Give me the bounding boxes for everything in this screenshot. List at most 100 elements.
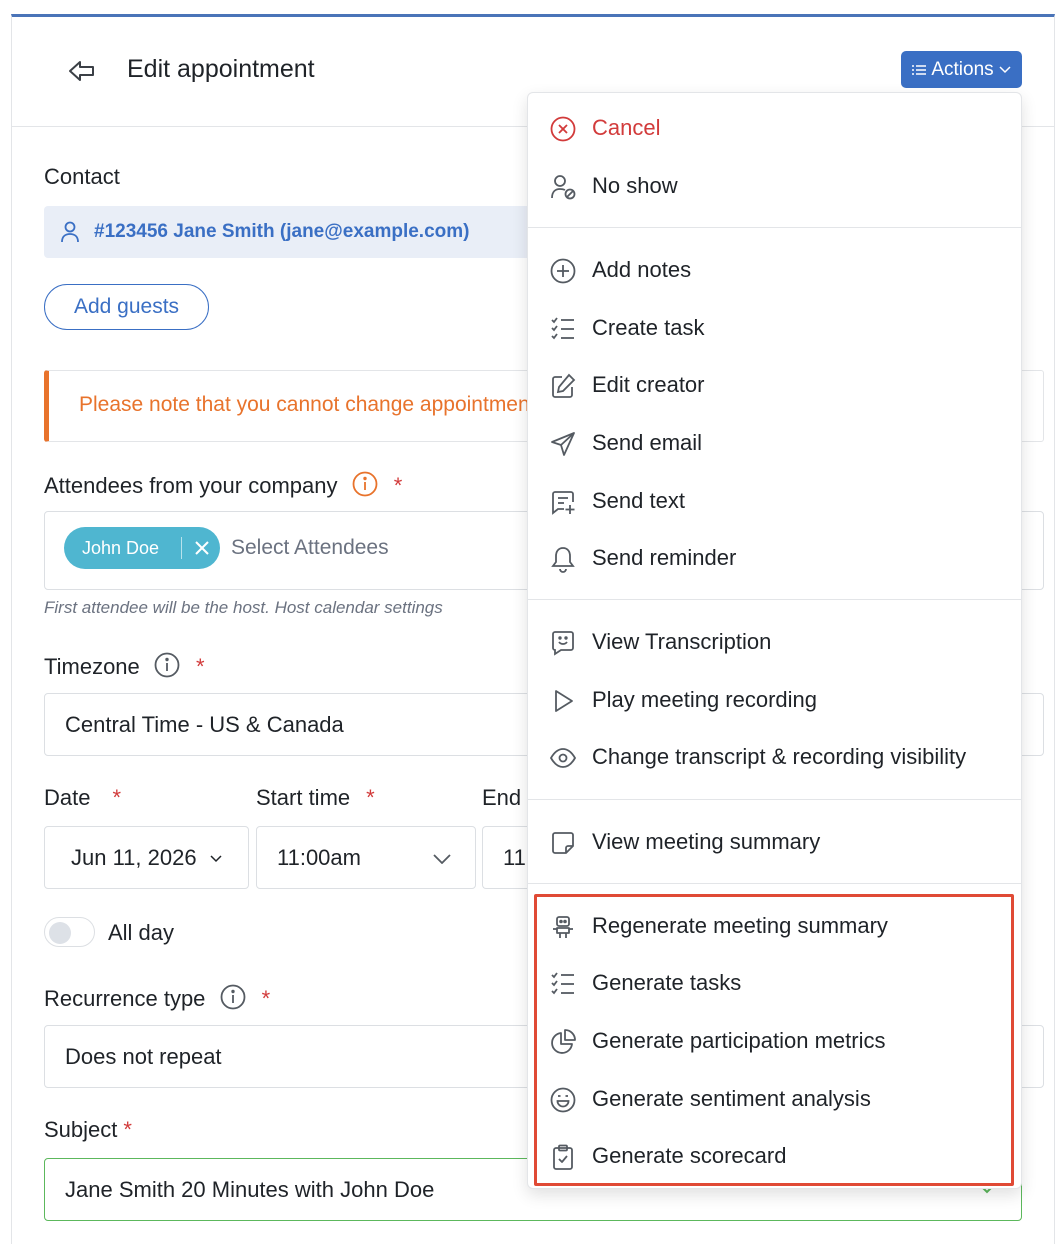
info-icon[interactable]: [352, 471, 378, 497]
menu-item-label: Send email: [592, 430, 703, 455]
page-title: Edit appointment: [127, 55, 315, 83]
remove-attendee-icon[interactable]: [191, 537, 213, 559]
edit-icon: [552, 373, 576, 398]
subject-label-text: Subject: [44, 1117, 118, 1142]
start-time-label: Start time *: [256, 785, 375, 811]
robot-icon: [553, 916, 573, 938]
attendee-pill-label: John Doe: [82, 537, 160, 558]
menu-item-regenerate-summary[interactable]: Regenerate meeting summary: [528, 901, 1021, 951]
timezone-value: Central Time - US & Canada: [65, 711, 344, 737]
subject-label: Subject *: [44, 1117, 132, 1143]
bell-icon: [551, 547, 575, 573]
toggle-knob: [49, 922, 71, 944]
menu-item-view-summary[interactable]: View meeting summary: [528, 817, 1021, 867]
required-marker: *: [366, 785, 375, 810]
back-arrow-icon[interactable]: [67, 58, 97, 84]
date-value: Jun 11, 2026: [71, 844, 197, 870]
contact-value: #123456 Jane Smith (jane@example.com): [94, 221, 470, 242]
menu-item-generate-sentiment[interactable]: Generate sentiment analysis: [528, 1074, 1021, 1124]
clipboard-check-icon: [553, 1144, 573, 1170]
end-time-label: End: [482, 785, 522, 810]
menu-item-label: Send reminder: [592, 545, 737, 570]
menu-item-send-text[interactable]: Send text: [528, 476, 1021, 526]
chevron-down-icon: [999, 65, 1011, 73]
start-time-value: 11:00am: [277, 844, 361, 870]
eye-icon: [549, 748, 577, 768]
date-picker[interactable]: Jun 11, 2026: [44, 826, 249, 889]
contact-chip[interactable]: #123456 Jane Smith (jane@example.com): [44, 206, 554, 258]
attendees-hint: First attendee will be the host. Host ca…: [44, 598, 443, 617]
attendee-pill: John Doe: [64, 527, 220, 569]
plus-circle-icon: [550, 258, 576, 284]
menu-item-generate-tasks[interactable]: Generate tasks: [528, 958, 1021, 1008]
menu-divider: [528, 883, 1021, 884]
list-icon: [912, 64, 927, 75]
info-icon[interactable]: [220, 984, 246, 1010]
actions-button[interactable]: Actions: [901, 51, 1022, 88]
menu-item-label: Create task: [592, 315, 705, 340]
menu-item-edit-creator[interactable]: Edit creator: [528, 360, 1021, 410]
attendees-label-text: Attendees from your company: [44, 473, 338, 498]
add-guests-button[interactable]: Add guests: [44, 284, 209, 330]
all-day-label: All day: [108, 920, 175, 945]
chevron-down-icon: [433, 854, 451, 864]
required-marker: *: [112, 785, 122, 810]
menu-item-label: Play meeting recording: [592, 687, 818, 712]
menu-item-label: Generate scorecard: [592, 1143, 787, 1168]
attendee-pill-divider: [181, 537, 182, 559]
menu-item-send-reminder[interactable]: Send reminder: [528, 533, 1021, 583]
menu-item-change-visibility[interactable]: Change transcript & recording visibility: [528, 732, 1021, 782]
menu-item-label: Generate participation metrics: [592, 1028, 886, 1053]
start-time-label-text: Start time: [256, 785, 351, 810]
menu-item-cancel[interactable]: Cancel: [528, 103, 1021, 153]
checklist-icon: [551, 972, 574, 995]
menu-item-label: Change transcript & recording visibility: [592, 744, 967, 769]
menu-item-label: Cancel: [592, 115, 661, 140]
recurrence-label: Recurrence type *: [44, 984, 270, 1012]
menu-item-add-notes[interactable]: Add notes: [528, 245, 1021, 295]
menu-item-label: Generate tasks: [592, 970, 742, 995]
menu-divider: [528, 599, 1021, 600]
recurrence-value: Does not repeat: [65, 1043, 222, 1069]
menu-item-generate-scorecard[interactable]: Generate scorecard: [528, 1131, 1021, 1181]
smile-icon: [550, 1087, 576, 1113]
menu-item-label: Regenerate meeting summary: [592, 913, 888, 938]
user-icon: [61, 221, 79, 243]
cancel-circle-icon: [550, 116, 576, 142]
menu-item-label: Send text: [592, 488, 685, 513]
required-marker: *: [123, 1117, 132, 1142]
attendees-label: Attendees from your company *: [44, 471, 402, 499]
actions-button-label: Actions: [931, 58, 994, 80]
menu-item-label: Add notes: [592, 257, 692, 282]
menu-item-send-email[interactable]: Send email: [528, 418, 1021, 468]
checklist-icon: [551, 317, 574, 340]
date-label: Date *: [44, 785, 121, 811]
timezone-label-text: Timezone: [44, 654, 140, 679]
menu-item-label: No show: [592, 173, 678, 198]
menu-item-no-show[interactable]: No show: [528, 161, 1021, 211]
menu-divider: [528, 799, 1021, 800]
menu-item-label: Edit creator: [592, 372, 705, 397]
menu-item-label: View Transcription: [592, 629, 772, 654]
note-icon: [552, 832, 574, 854]
menu-item-view-transcription[interactable]: View Transcription: [528, 617, 1021, 667]
subject-value: Jane Smith 20 Minutes with John Doe: [65, 1176, 435, 1202]
menu-item-label: Generate sentiment analysis: [592, 1086, 871, 1111]
pie-chart-icon: [551, 1029, 576, 1054]
menu-item-play-recording[interactable]: Play meeting recording: [528, 675, 1021, 725]
play-icon: [555, 690, 573, 712]
chevron-down-icon: [210, 855, 222, 863]
actions-menu: Cancel No show Add notes Create task Edi…: [527, 92, 1022, 1189]
info-icon[interactable]: [154, 652, 180, 678]
transcription-icon: [552, 631, 574, 656]
send-icon: [551, 432, 575, 456]
menu-item-generate-participation[interactable]: Generate participation metrics: [528, 1016, 1021, 1066]
menu-divider: [528, 227, 1021, 228]
user-no-show-icon: [551, 175, 576, 200]
all-day-toggle[interactable]: [44, 917, 95, 947]
menu-item-create-task[interactable]: Create task: [528, 303, 1021, 353]
warning-note-text: Please note that you cannot change appoi…: [79, 393, 536, 416]
date-label-text: Date: [44, 785, 91, 810]
start-time-select[interactable]: 11:00am: [256, 826, 476, 889]
required-marker: *: [196, 654, 205, 679]
